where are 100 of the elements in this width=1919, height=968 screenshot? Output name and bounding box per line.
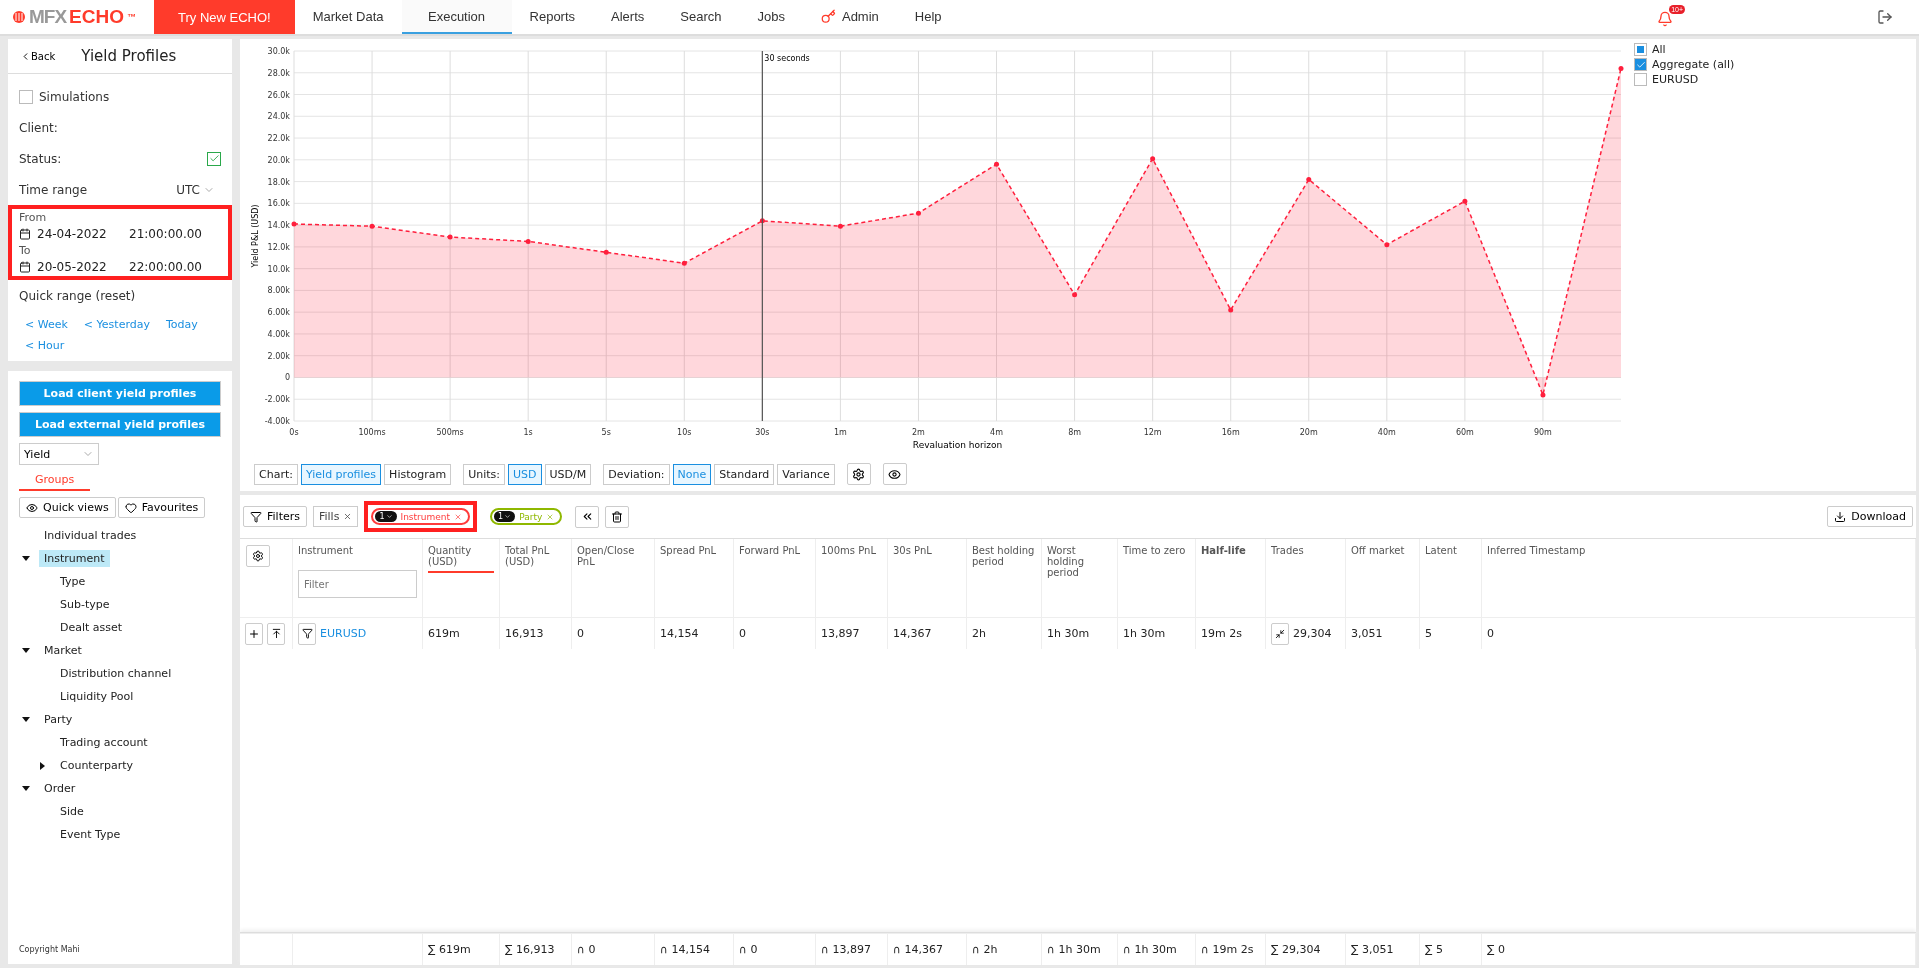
data-point bbox=[1384, 242, 1390, 248]
filter-button[interactable] bbox=[298, 622, 316, 645]
column-header[interactable]: Off market bbox=[1351, 545, 1405, 562]
group-item[interactable]: Event Type bbox=[55, 826, 126, 843]
instrument-link[interactable]: EURUSD bbox=[320, 627, 367, 640]
nav-tab[interactable]: Alerts bbox=[593, 0, 663, 34]
date-value[interactable]: 24-04-2022 bbox=[37, 227, 123, 241]
group-item[interactable]: Dealt asset bbox=[55, 619, 128, 636]
count-badge[interactable]: 1 bbox=[375, 511, 397, 522]
column-header[interactable]: Open/Close PnL bbox=[577, 545, 649, 573]
caret-icon[interactable] bbox=[19, 646, 33, 655]
metric-dropdown[interactable]: Yield bbox=[19, 443, 99, 465]
caret-icon[interactable] bbox=[19, 784, 33, 793]
shrink-button[interactable] bbox=[1271, 622, 1289, 645]
legend-checkbox[interactable] bbox=[1634, 43, 1647, 56]
column-header[interactable]: 100ms PnL bbox=[821, 545, 876, 562]
x-tick-label: 40m bbox=[1377, 428, 1396, 437]
nav-tab[interactable]: Admin bbox=[802, 0, 897, 34]
quick-range-link[interactable]: < Week bbox=[19, 315, 74, 334]
group-item[interactable]: Liquidity Pool bbox=[55, 688, 139, 705]
quick-range-link[interactable]: < Yesterday bbox=[77, 315, 156, 334]
group-item[interactable]: Trading account bbox=[55, 734, 153, 751]
column-header[interactable]: Forward PnL bbox=[739, 545, 801, 562]
total-cell: ∩ 14,367 bbox=[893, 943, 944, 956]
pin-top-button[interactable] bbox=[267, 622, 285, 645]
data-point bbox=[291, 221, 297, 227]
legend-checkbox[interactable] bbox=[1634, 73, 1647, 86]
column-header[interactable]: Instrument bbox=[298, 545, 354, 562]
column-header[interactable]: Time to zero bbox=[1123, 545, 1186, 562]
option-button[interactable]: USD/M bbox=[544, 463, 592, 485]
nav-tab[interactable]: Help bbox=[896, 0, 960, 34]
filter-input[interactable]: Filter bbox=[298, 570, 417, 598]
checkbox[interactable] bbox=[19, 90, 33, 104]
nav-tab[interactable]: Reports bbox=[511, 0, 594, 34]
logout-icon bbox=[1877, 9, 1893, 25]
filter-chip[interactable]: 1 Instrument bbox=[371, 508, 471, 525]
legend-checkbox[interactable] bbox=[1634, 58, 1647, 71]
option-button[interactable]: Standard bbox=[714, 463, 775, 485]
column-header[interactable]: Trades bbox=[1271, 545, 1304, 562]
time-value[interactable]: 21:00:00.00 bbox=[129, 227, 202, 241]
column-header[interactable]: Spread PnL bbox=[660, 545, 717, 562]
total-cell: ∩ 2h bbox=[972, 943, 998, 956]
calendar-icon[interactable] bbox=[19, 261, 31, 273]
close-icon[interactable] bbox=[343, 512, 353, 521]
calendar-icon[interactable] bbox=[19, 228, 31, 240]
group-item[interactable]: Distribution channel bbox=[55, 665, 177, 682]
column-header[interactable]: Latent bbox=[1425, 545, 1458, 562]
group-item[interactable]: Counterparty bbox=[55, 757, 139, 774]
settings-button[interactable] bbox=[846, 463, 871, 485]
nav-tab[interactable]: Jobs bbox=[739, 0, 803, 34]
settings-button[interactable] bbox=[246, 545, 270, 567]
download-button[interactable]: Download bbox=[1827, 506, 1913, 527]
y-tick-label: 12.0k bbox=[267, 242, 290, 252]
column-header[interactable]: Inferred Timestamp bbox=[1487, 545, 1586, 562]
data-point bbox=[1462, 198, 1468, 204]
column-header[interactable]: Total PnL (USD) bbox=[505, 545, 566, 573]
table-cell: 1h 30m bbox=[1123, 627, 1166, 640]
add-button[interactable] bbox=[245, 622, 263, 645]
column-header[interactable]: Quantity (USD) bbox=[428, 545, 494, 573]
visibility-button[interactable] bbox=[882, 463, 907, 485]
nav-tab[interactable]: Search bbox=[662, 0, 740, 34]
column-header[interactable]: Best holding period bbox=[972, 545, 1036, 573]
timezone-dropdown[interactable]: UTC bbox=[170, 181, 221, 198]
caret-icon[interactable] bbox=[19, 554, 33, 563]
column-header[interactable]: 30s PnL bbox=[893, 545, 932, 562]
quick-range-link[interactable]: < Hour bbox=[19, 336, 71, 355]
group-item[interactable]: Individual trades bbox=[39, 527, 142, 544]
group-item[interactable]: Party bbox=[39, 711, 78, 728]
group-item[interactable]: Order bbox=[39, 780, 81, 797]
quick-range-link[interactable]: Today bbox=[160, 315, 204, 334]
date-value[interactable]: 20-05-2022 bbox=[37, 260, 123, 274]
checkbox[interactable] bbox=[207, 151, 221, 166]
y-tick-label: 8.00k bbox=[267, 286, 290, 296]
column-header[interactable]: Half-life bbox=[1201, 545, 1246, 562]
caret-icon[interactable] bbox=[19, 715, 33, 724]
collapse-button[interactable] bbox=[575, 505, 600, 528]
group-item[interactable]: Instrument bbox=[39, 550, 110, 567]
option-button[interactable]: Histogram bbox=[384, 463, 452, 485]
promo-link[interactable]: Try New ECHO! bbox=[154, 0, 295, 34]
filter-chip[interactable]: 1 Party bbox=[490, 508, 563, 525]
view-button[interactable]: Favourites bbox=[117, 497, 206, 518]
plus-icon bbox=[248, 627, 260, 640]
option-button[interactable]: Variance bbox=[777, 463, 835, 485]
group-item[interactable]: Type bbox=[55, 573, 91, 590]
settings-icon bbox=[252, 550, 264, 562]
nav-tab[interactable]: Execution bbox=[401, 0, 512, 34]
filter-chip[interactable]: Fills bbox=[313, 506, 359, 527]
delete-button[interactable] bbox=[605, 505, 630, 528]
filters-button[interactable]: Filters bbox=[243, 506, 307, 527]
group-item[interactable]: Market bbox=[39, 642, 87, 659]
count-badge[interactable]: 1 bbox=[494, 511, 516, 522]
y-tick-label: -4.00k bbox=[264, 417, 290, 426]
time-value[interactable]: 22:00:00.00 bbox=[129, 260, 202, 274]
view-button[interactable]: Quick views bbox=[19, 497, 116, 518]
group-item[interactable]: Sub-type bbox=[55, 596, 115, 613]
data-point bbox=[915, 210, 921, 216]
group-item[interactable]: Side bbox=[55, 803, 89, 820]
nav-tab[interactable]: Market Data bbox=[294, 0, 402, 34]
groups-tab[interactable]: Groups bbox=[19, 471, 91, 491]
column-header[interactable]: Worst holding period bbox=[1047, 545, 1112, 584]
